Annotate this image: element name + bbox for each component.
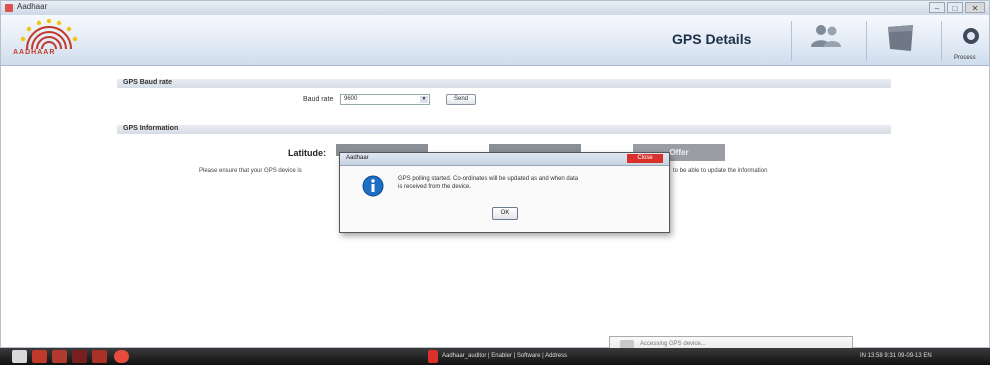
latitude-label: Latitude: xyxy=(288,148,326,158)
dialog-message-line: GPS polling started. Co-ordinates will b… xyxy=(398,176,579,182)
taskbar-app-icon[interactable] xyxy=(72,350,87,363)
gps-section-heading: GPS Information xyxy=(123,125,179,132)
application-window: Aadhaar – □ ✕ AADHAAR GPS Details Proces… xyxy=(0,0,990,348)
window-title: Aadhaar xyxy=(17,2,48,11)
notice-text-left: Please ensure that your GPS device is xyxy=(199,168,302,174)
notification-text: Accessing GPS device... xyxy=(640,341,706,347)
baud-rate-select[interactable]: 9600 ▼ xyxy=(340,94,430,105)
dialog-message-line: is received from the device. xyxy=(398,184,472,190)
logo-wordmark: AADHAAR xyxy=(13,49,56,56)
info-icon xyxy=(362,175,384,197)
send-button[interactable]: Send xyxy=(446,94,476,105)
dialog-body: GPS polling started. Co-ordinates will b… xyxy=(340,166,669,232)
page-title: GPS Details xyxy=(672,31,752,47)
header-divider xyxy=(866,21,867,61)
system-clock[interactable]: IN 13:58 9:31 09-09-13 EN xyxy=(860,350,932,363)
process-icon[interactable] xyxy=(961,25,981,47)
header-divider xyxy=(791,21,792,61)
dialog-title-bar: Aadhaar Close xyxy=(340,153,669,166)
aadhaar-logo-icon xyxy=(20,19,78,50)
header-divider xyxy=(941,21,942,61)
document-icon[interactable] xyxy=(885,23,917,53)
baud-section-heading: GPS Baud rate xyxy=(123,79,173,86)
notice-text-right: to be able to update the information xyxy=(673,168,768,174)
gps-section-bar xyxy=(117,125,891,134)
taskbar-app-icon[interactable] xyxy=(32,350,47,363)
title-bar: Aadhaar – □ ✕ xyxy=(1,1,989,16)
taskbar-app-icon[interactable] xyxy=(114,350,129,363)
process-label: Process xyxy=(954,55,976,61)
ok-button[interactable]: OK xyxy=(492,207,518,220)
window-controls: – □ ✕ xyxy=(929,2,985,13)
baud-rate-label: Baud rate xyxy=(303,96,334,103)
taskbar: Aadhaar_auditor | Enabler | Software | A… xyxy=(0,348,990,365)
chevron-down-icon[interactable]: ▼ xyxy=(420,96,428,103)
app-icon xyxy=(5,4,13,12)
close-window-button[interactable]: ✕ xyxy=(965,2,985,13)
taskbar-task[interactable]: Aadhaar_auditor | Enabler | Software | A… xyxy=(442,350,582,363)
taskbar-app-icon[interactable] xyxy=(52,350,67,363)
dialog-title: Aadhaar xyxy=(346,155,369,161)
taskbar-app-icon[interactable] xyxy=(92,350,107,363)
baud-section-bar xyxy=(117,79,891,88)
start-button-icon[interactable] xyxy=(12,350,27,363)
minimize-button[interactable]: – xyxy=(929,2,945,13)
dialog-message: GPS polling started. Co-ordinates will b… xyxy=(398,175,658,191)
maximize-button[interactable]: □ xyxy=(947,2,963,13)
message-dialog: Aadhaar Close GPS polling started. Co-or… xyxy=(339,152,670,233)
taskbar-task-icon xyxy=(428,350,438,363)
dialog-close-button[interactable]: Close xyxy=(627,154,663,163)
baud-rate-value: 9600 xyxy=(344,96,358,102)
app-header: AADHAAR GPS Details Process xyxy=(1,15,989,66)
users-icon[interactable] xyxy=(809,23,843,51)
